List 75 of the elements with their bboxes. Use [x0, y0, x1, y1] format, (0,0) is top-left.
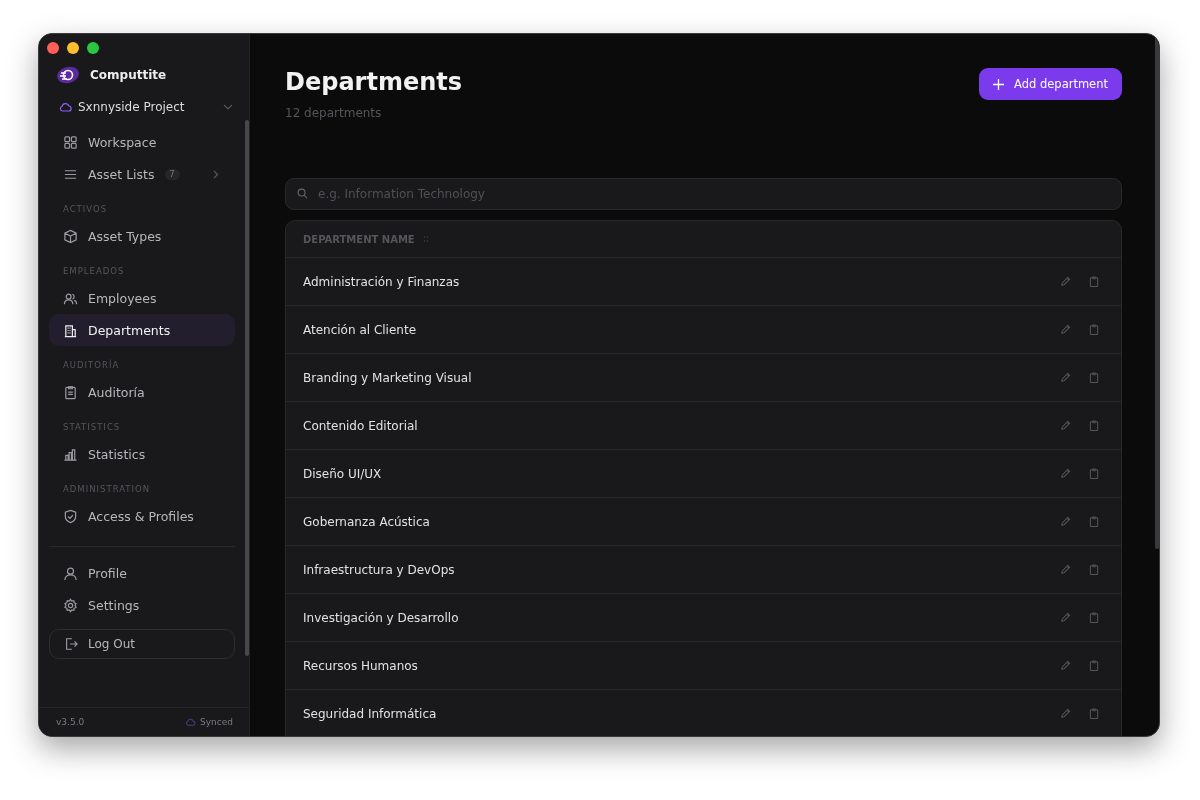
edit-icon[interactable]	[1060, 468, 1071, 479]
table-cell-text: Contenido Editorial	[303, 418, 419, 433]
cloud-icon	[59, 102, 72, 112]
edit-icon[interactable]	[1060, 276, 1071, 287]
log-out-icon	[64, 637, 78, 651]
delete-icon[interactable]	[1089, 516, 1099, 527]
nav-item[interactable]: Profile	[49, 557, 235, 589]
table-cell-text: Recursos Humanos	[303, 658, 419, 673]
cloud-icon	[185, 718, 197, 726]
search-icon	[297, 188, 308, 199]
clipboard-icon	[63, 384, 78, 400]
section-heading: STATISTICS	[62, 421, 122, 434]
edit-icon[interactable]	[1060, 516, 1071, 527]
chart-icon	[63, 446, 78, 462]
user-icon	[63, 565, 78, 581]
delete-icon[interactable]	[1089, 372, 1099, 383]
add-department-button[interactable]: Add department	[979, 68, 1122, 100]
edit-icon[interactable]	[1060, 372, 1071, 383]
app-logo-icon	[56, 65, 80, 85]
sync-status: Synced	[200, 717, 233, 727]
edit-icon[interactable]	[1060, 564, 1071, 575]
delete-icon[interactable]	[1089, 468, 1099, 479]
table-cell-text: Seguridad Informática	[303, 706, 438, 721]
project-selector[interactable]: Sxnnyside Project	[53, 94, 239, 120]
section-heading: ACTIVOS	[62, 203, 109, 216]
nav-item[interactable]: Auditoría	[49, 376, 235, 408]
version-label: v3.5.0	[56, 717, 85, 727]
table-cell-text: Diseño UI/UX	[303, 466, 383, 481]
nav-item[interactable]: Asset Lists 7	[49, 158, 235, 190]
table-cell-text: Gobernanza Acústica	[303, 514, 431, 529]
table-cell-text: Infraestructura y DevOps	[303, 562, 456, 577]
nav-item[interactable]: Statistics	[49, 438, 235, 470]
section-heading: ADMINISTRATION	[62, 483, 152, 496]
section-heading: AUDITORÍA	[62, 358, 121, 372]
plus-icon	[993, 78, 1005, 90]
nav-item[interactable]: Settings	[49, 589, 235, 621]
building-icon	[63, 322, 78, 338]
log-out-button[interactable]: Log Out	[49, 629, 235, 659]
page-subtitle: 12 departments	[285, 106, 383, 120]
section-heading: EMPLEADOS	[62, 265, 126, 278]
delete-icon[interactable]	[1089, 564, 1099, 575]
table-cell-text: Administración y Finanzas	[303, 274, 461, 289]
chevron-right-icon	[213, 169, 219, 179]
shield-icon	[63, 508, 78, 524]
edit-icon[interactable]	[1060, 420, 1071, 431]
delete-icon[interactable]	[1089, 612, 1099, 623]
box-icon	[63, 228, 78, 244]
close-window-button[interactable]	[47, 42, 59, 54]
delete-icon[interactable]	[1089, 420, 1099, 431]
page-title: Departments	[285, 68, 462, 96]
app-name: Computtite	[90, 68, 167, 82]
count-badge: 7	[164, 168, 180, 180]
table-cell-text: Atención al Cliente	[303, 322, 417, 337]
scrollbar[interactable]	[245, 120, 249, 656]
edit-icon[interactable]	[1060, 708, 1071, 719]
nav-item[interactable]: Asset Types	[49, 220, 235, 252]
delete-icon[interactable]	[1089, 324, 1099, 335]
edit-icon[interactable]	[1060, 324, 1071, 335]
delete-icon[interactable]	[1089, 660, 1099, 671]
edit-icon[interactable]	[1060, 660, 1071, 671]
delete-icon[interactable]	[1089, 276, 1099, 287]
chevron-down-icon	[223, 104, 233, 110]
nav-item[interactable]: Employees	[49, 282, 235, 314]
minimize-window-button[interactable]	[67, 42, 79, 54]
delete-icon[interactable]	[1089, 708, 1099, 719]
search-field[interactable]: e.g. Information Technology	[285, 178, 1122, 210]
nav-item[interactable]: Access & Profiles	[49, 500, 235, 532]
nav-item[interactable]: Departments	[49, 314, 235, 346]
table-cell-text: Branding y Marketing Visual	[303, 370, 473, 385]
nav-item[interactable]: Workspace	[49, 126, 235, 158]
grid-icon	[63, 134, 78, 150]
settings-icon	[63, 597, 78, 613]
table-cell-text: Investigación y Desarrollo	[303, 610, 460, 625]
maximize-window-button[interactable]	[87, 42, 99, 54]
edit-icon[interactable]	[1060, 612, 1071, 623]
